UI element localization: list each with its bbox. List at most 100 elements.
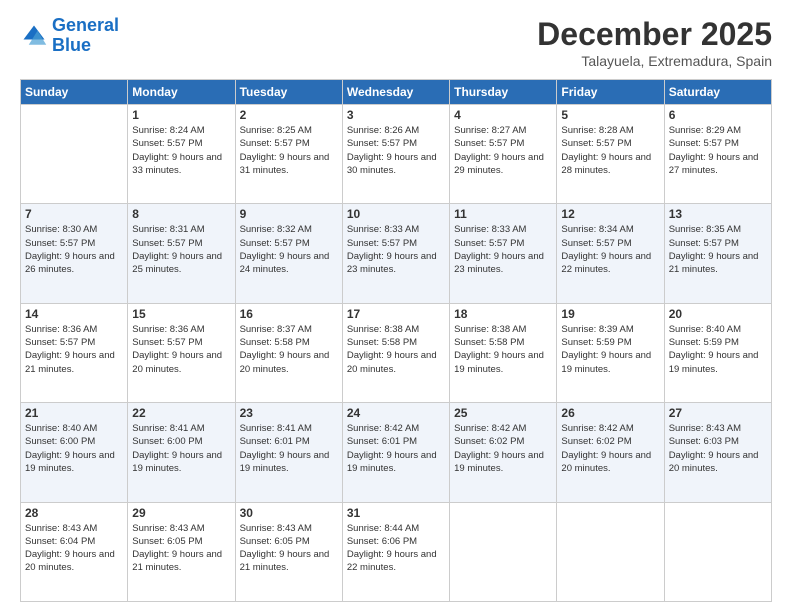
day-number: 14 (25, 307, 123, 321)
week-row-2: 7 Sunrise: 8:30 AMSunset: 5:57 PMDaylight… (21, 204, 772, 303)
day-info: Sunrise: 8:32 AMSunset: 5:57 PMDaylight:… (240, 223, 338, 276)
cell-w5-d5 (450, 502, 557, 601)
day-info: Sunrise: 8:43 AMSunset: 6:03 PMDaylight:… (669, 422, 767, 475)
day-info: Sunrise: 8:36 AMSunset: 5:57 PMDaylight:… (132, 323, 230, 376)
cell-w2-d2: 8 Sunrise: 8:31 AMSunset: 5:57 PMDaylight… (128, 204, 235, 303)
day-number: 4 (454, 108, 552, 122)
day-number: 13 (669, 207, 767, 221)
logo-text: General Blue (52, 16, 119, 56)
cell-w2-d6: 12 Sunrise: 8:34 AMSunset: 5:57 PMDayligh… (557, 204, 664, 303)
day-number: 19 (561, 307, 659, 321)
col-monday: Monday (128, 80, 235, 105)
day-info: Sunrise: 8:29 AMSunset: 5:57 PMDaylight:… (669, 124, 767, 177)
col-sunday: Sunday (21, 80, 128, 105)
day-info: Sunrise: 8:42 AMSunset: 6:01 PMDaylight:… (347, 422, 445, 475)
cell-w5-d4: 31 Sunrise: 8:44 AMSunset: 6:06 PMDayligh… (342, 502, 449, 601)
week-row-5: 28 Sunrise: 8:43 AMSunset: 6:04 PMDayligh… (21, 502, 772, 601)
day-info: Sunrise: 8:44 AMSunset: 6:06 PMDaylight:… (347, 522, 445, 575)
cell-w4-d1: 21Sunrise: 8:40 AMSunset: 6:00 PMDayligh… (21, 403, 128, 502)
page: General Blue December 2025 Talayuela, Ex… (0, 0, 792, 612)
cell-w3-d2: 15 Sunrise: 8:36 AMSunset: 5:57 PMDayligh… (128, 303, 235, 402)
day-info: Sunrise: 8:24 AMSunset: 5:57 PMDaylight:… (132, 124, 230, 177)
day-number: 20 (669, 307, 767, 321)
cell-w5-d7 (664, 502, 771, 601)
cell-w1-d3: 2 Sunrise: 8:25 AMSunset: 5:57 PMDaylight… (235, 105, 342, 204)
week-row-3: 14 Sunrise: 8:36 AMSunset: 5:57 PMDayligh… (21, 303, 772, 402)
day-number: 30 (240, 506, 338, 520)
day-number: 1 (132, 108, 230, 122)
logo-line1: General (52, 15, 119, 35)
day-info: Sunrise: 8:33 AMSunset: 5:57 PMDaylight:… (454, 223, 552, 276)
cell-w4-d4: 24Sunrise: 8:42 AMSunset: 6:01 PMDayligh… (342, 403, 449, 502)
day-info: Sunrise: 8:35 AMSunset: 5:57 PMDaylight:… (669, 223, 767, 276)
day-info: Sunrise: 8:43 AMSunset: 6:05 PMDaylight:… (132, 522, 230, 575)
calendar-header-row: Sunday Monday Tuesday Wednesday Thursday… (21, 80, 772, 105)
cell-w2-d5: 11 Sunrise: 8:33 AMSunset: 5:57 PMDayligh… (450, 204, 557, 303)
day-info: Sunrise: 8:40 AMSunset: 6:00 PMDaylight:… (25, 422, 123, 475)
day-number: 11 (454, 207, 552, 221)
day-info: Sunrise: 8:39 AMSunset: 5:59 PMDaylight:… (561, 323, 659, 376)
cell-w4-d3: 23 Sunrise: 8:41 AMSunset: 6:01 PMDayligh… (235, 403, 342, 502)
day-number: 6 (669, 108, 767, 122)
day-info: Sunrise: 8:38 AMSunset: 5:58 PMDaylight:… (454, 323, 552, 376)
day-info: Sunrise: 8:43 AMSunset: 6:04 PMDaylight:… (25, 522, 123, 575)
day-info: Sunrise: 8:43 AMSunset: 6:05 PMDaylight:… (240, 522, 338, 575)
day-number: 26 (561, 406, 659, 420)
logo-icon (20, 22, 48, 50)
cell-w2-d7: 13 Sunrise: 8:35 AMSunset: 5:57 PMDayligh… (664, 204, 771, 303)
cell-w4-d6: 26 Sunrise: 8:42 AMSunset: 6:02 PMDayligh… (557, 403, 664, 502)
day-number: 15 (132, 307, 230, 321)
week-row-1: 1 Sunrise: 8:24 AMSunset: 5:57 PMDaylight… (21, 105, 772, 204)
cell-w5-d2: 29 Sunrise: 8:43 AMSunset: 6:05 PMDayligh… (128, 502, 235, 601)
day-number: 5 (561, 108, 659, 122)
cell-w1-d7: 6 Sunrise: 8:29 AMSunset: 5:57 PMDaylight… (664, 105, 771, 204)
day-number: 28 (25, 506, 123, 520)
cell-w3-d7: 20 Sunrise: 8:40 AMSunset: 5:59 PMDayligh… (664, 303, 771, 402)
day-number: 17 (347, 307, 445, 321)
day-info: Sunrise: 8:28 AMSunset: 5:57 PMDaylight:… (561, 124, 659, 177)
day-number: 7 (25, 207, 123, 221)
day-info: Sunrise: 8:42 AMSunset: 6:02 PMDaylight:… (454, 422, 552, 475)
cell-w1-d4: 3Sunrise: 8:26 AMSunset: 5:57 PMDaylight… (342, 105, 449, 204)
cell-w4-d7: 27 Sunrise: 8:43 AMSunset: 6:03 PMDayligh… (664, 403, 771, 502)
day-info: Sunrise: 8:41 AMSunset: 6:01 PMDaylight:… (240, 422, 338, 475)
col-friday: Friday (557, 80, 664, 105)
cell-w5-d6 (557, 502, 664, 601)
day-number: 23 (240, 406, 338, 420)
day-info: Sunrise: 8:31 AMSunset: 5:57 PMDaylight:… (132, 223, 230, 276)
day-number: 8 (132, 207, 230, 221)
day-info: Sunrise: 8:41 AMSunset: 6:00 PMDaylight:… (132, 422, 230, 475)
cell-w3-d1: 14Sunrise: 8:36 AMSunset: 5:57 PMDayligh… (21, 303, 128, 402)
day-info: Sunrise: 8:40 AMSunset: 5:59 PMDaylight:… (669, 323, 767, 376)
col-tuesday: Tuesday (235, 80, 342, 105)
week-row-4: 21Sunrise: 8:40 AMSunset: 6:00 PMDayligh… (21, 403, 772, 502)
day-number: 31 (347, 506, 445, 520)
day-info: Sunrise: 8:25 AMSunset: 5:57 PMDaylight:… (240, 124, 338, 177)
day-number: 2 (240, 108, 338, 122)
day-info: Sunrise: 8:42 AMSunset: 6:02 PMDaylight:… (561, 422, 659, 475)
day-number: 29 (132, 506, 230, 520)
cell-w3-d4: 17 Sunrise: 8:38 AMSunset: 5:58 PMDayligh… (342, 303, 449, 402)
cell-w3-d6: 19 Sunrise: 8:39 AMSunset: 5:59 PMDayligh… (557, 303, 664, 402)
day-number: 22 (132, 406, 230, 420)
day-info: Sunrise: 8:27 AMSunset: 5:57 PMDaylight:… (454, 124, 552, 177)
day-info: Sunrise: 8:34 AMSunset: 5:57 PMDaylight:… (561, 223, 659, 276)
logo-line2: Blue (52, 35, 91, 55)
cell-w3-d3: 16Sunrise: 8:37 AMSunset: 5:58 PMDayligh… (235, 303, 342, 402)
day-info: Sunrise: 8:37 AMSunset: 5:58 PMDaylight:… (240, 323, 338, 376)
day-info: Sunrise: 8:30 AMSunset: 5:57 PMDaylight:… (25, 223, 123, 276)
header: General Blue December 2025 Talayuela, Ex… (20, 16, 772, 69)
day-info: Sunrise: 8:33 AMSunset: 5:57 PMDaylight:… (347, 223, 445, 276)
day-info: Sunrise: 8:38 AMSunset: 5:58 PMDaylight:… (347, 323, 445, 376)
col-thursday: Thursday (450, 80, 557, 105)
day-number: 12 (561, 207, 659, 221)
cell-w1-d6: 5 Sunrise: 8:28 AMSunset: 5:57 PMDaylight… (557, 105, 664, 204)
day-info: Sunrise: 8:26 AMSunset: 5:57 PMDaylight:… (347, 124, 445, 177)
day-number: 25 (454, 406, 552, 420)
logo: General Blue (20, 16, 119, 56)
cell-w1-d5: 4 Sunrise: 8:27 AMSunset: 5:57 PMDaylight… (450, 105, 557, 204)
title-block: December 2025 Talayuela, Extremadura, Sp… (537, 16, 772, 69)
cell-w4-d2: 22 Sunrise: 8:41 AMSunset: 6:00 PMDayligh… (128, 403, 235, 502)
day-number: 27 (669, 406, 767, 420)
month-title: December 2025 (537, 16, 772, 53)
